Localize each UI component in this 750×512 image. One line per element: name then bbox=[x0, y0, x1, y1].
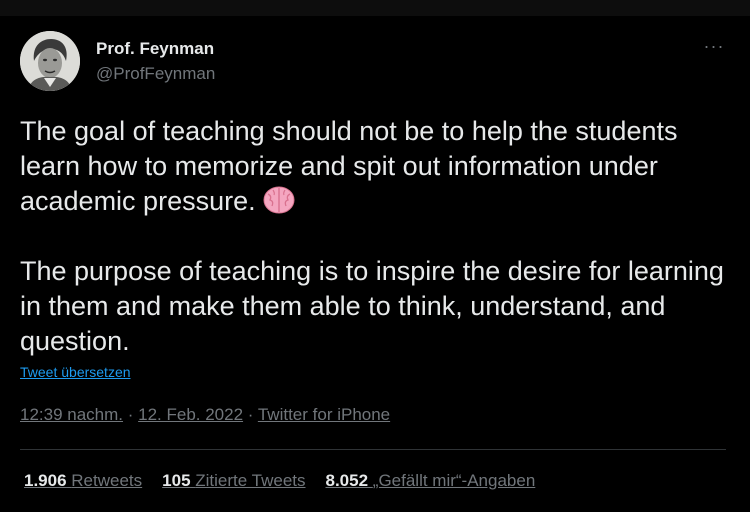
quote-tweets-stat[interactable]: 105 Zitierte Tweets bbox=[162, 471, 305, 491]
portrait-avatar-icon bbox=[20, 31, 80, 91]
tweet-card: Prof. Feynman @ProfFeynman ··· The goal … bbox=[0, 0, 750, 512]
tweet-paragraph: The goal of teaching should not be to he… bbox=[20, 114, 732, 219]
author-handle[interactable]: @ProfFeynman bbox=[96, 64, 215, 84]
author-name[interactable]: Prof. Feynman bbox=[96, 39, 214, 59]
brain-emoji-icon bbox=[263, 186, 295, 214]
tweet-paragraph-1: The goal of teaching should not be to he… bbox=[20, 116, 678, 216]
quote-tweets-label: Zitierte Tweets bbox=[195, 471, 306, 490]
more-options-icon[interactable]: ··· bbox=[700, 36, 728, 60]
tweet-paragraph: The purpose of teaching is to inspire th… bbox=[20, 254, 732, 359]
tweet-date-link[interactable]: 12. Feb. 2022 bbox=[138, 405, 243, 424]
retweets-label: Retweets bbox=[71, 471, 143, 490]
meta-separator: · bbox=[123, 405, 139, 424]
retweets-count: 1.906 bbox=[24, 471, 67, 490]
tweet-time-link[interactable]: 12:39 nachm. bbox=[20, 405, 123, 424]
quote-tweets-count: 105 bbox=[162, 471, 191, 490]
likes-label: „Gefällt mir“-Angaben bbox=[372, 471, 536, 490]
meta-separator: · bbox=[243, 405, 258, 424]
tweet-text: The goal of teaching should not be to he… bbox=[20, 114, 732, 359]
top-bar bbox=[0, 0, 750, 16]
engagement-stats: 1.906 Retweets 105 Zitierte Tweets 8.052 „… bbox=[24, 471, 555, 491]
avatar[interactable] bbox=[20, 31, 80, 91]
retweets-stat[interactable]: 1.906 Retweets bbox=[24, 471, 142, 491]
translate-tweet-link[interactable]: Tweet übersetzen bbox=[20, 364, 131, 380]
tweet-source-link[interactable]: Twitter for iPhone bbox=[258, 405, 390, 424]
likes-count: 8.052 bbox=[325, 471, 369, 490]
likes-stat[interactable]: 8.052 „Gefällt mir“-Angaben bbox=[326, 471, 536, 491]
divider bbox=[20, 449, 726, 450]
tweet-meta: 12:39 nachm. · 12. Feb. 2022 · Twitter f… bbox=[20, 405, 390, 425]
tweet-paragraph-2: The purpose of teaching is to inspire th… bbox=[20, 256, 724, 356]
